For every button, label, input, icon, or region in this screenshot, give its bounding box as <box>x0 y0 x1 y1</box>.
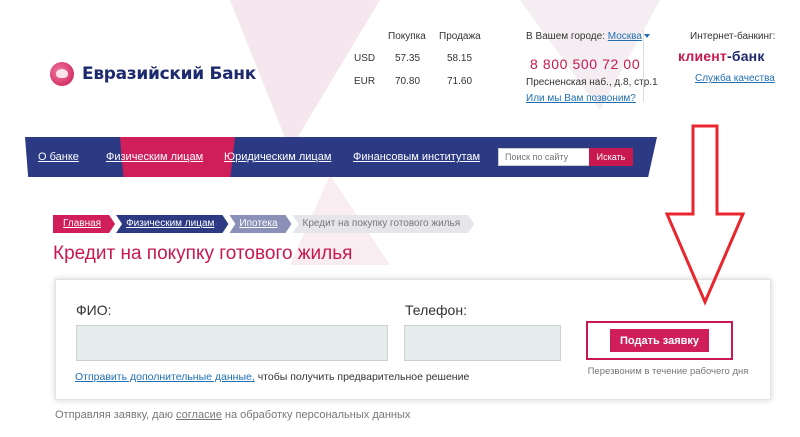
divider <box>643 30 644 102</box>
client-bank-label-suffix: -банк <box>726 48 765 64</box>
annotation-arrow-icon <box>665 124 745 306</box>
phone-number: 8 800 500 72 00 <box>530 56 641 72</box>
quality-service-link[interactable]: Служба качества <box>695 73 775 84</box>
breadcrumb-home[interactable]: Главная <box>53 215 115 233</box>
breadcrumb: Главная Физическим лицам Ипотека Кредит … <box>53 215 475 233</box>
client-bank-label: клиент <box>678 48 727 64</box>
rate-currency: USD <box>354 53 376 64</box>
rate-currency: EUR <box>354 76 376 87</box>
site-search: Искать <box>498 148 633 166</box>
breadcrumb-mortgage[interactable]: Ипотека <box>229 215 291 233</box>
extra-data-line: Отправить дополнительные данные, чтобы п… <box>75 371 469 383</box>
rate-buy: 70.80 <box>395 76 421 87</box>
submit-button-frame: Подать заявку <box>586 321 733 360</box>
internet-banking-title: Интернет-банкинг: <box>690 31 776 42</box>
sell-header: Продажа <box>439 31 481 42</box>
annotation-arrow-shape <box>665 124 745 306</box>
search-button[interactable]: Искать <box>589 148 633 166</box>
chevron-down-icon[interactable] <box>643 34 650 39</box>
bank-name: Евразийский Банк <box>82 64 256 84</box>
breadcrumb-individuals[interactable]: Физическим лицам <box>116 215 228 233</box>
callback-note: Перезвоним в течение рабочего дня <box>587 366 749 377</box>
consent-notice: Отправляя заявку, даю согласие на обрабо… <box>55 409 410 421</box>
city-selector: В Вашем городе: Москва <box>526 31 650 42</box>
address: Пресненская наб., д.8, стр.1 <box>526 77 658 88</box>
breadcrumb-current: Кредит на покупку готового жилья <box>293 215 475 233</box>
nav-item-corporate[interactable]: Юридическим лицам <box>224 137 331 177</box>
rate-buy: 57.35 <box>395 53 421 64</box>
callback-link[interactable]: Или мы Вам позвоним? <box>526 93 636 104</box>
nav-item-individuals[interactable]: Физическим лицам <box>106 137 203 177</box>
rate-sell: 71.60 <box>447 76 473 87</box>
submit-application-button[interactable]: Подать заявку <box>610 329 709 352</box>
nav-item-financial-institutions[interactable]: Финансовым институтам <box>353 137 480 177</box>
nav-item-about[interactable]: О банке <box>38 137 79 177</box>
page-title: Кредит на покупку готового жилья <box>53 243 353 264</box>
consent-suffix: на обработку персональных данных <box>221 409 411 421</box>
extra-data-text: чтобы получить предварительное решение <box>254 371 470 383</box>
city-label: В Вашем городе: <box>526 31 605 42</box>
client-bank-link[interactable]: клиент-банк <box>678 48 765 64</box>
buy-header: Покупка <box>388 31 426 42</box>
phone-field[interactable] <box>404 325 561 361</box>
bank-logo[interactable]: Евразийский Банк <box>50 62 256 86</box>
city-link[interactable]: Москва <box>608 31 642 42</box>
rate-sell: 58.15 <box>447 53 473 64</box>
search-input[interactable] <box>499 149 589 165</box>
extra-data-link[interactable]: Отправить дополнительные данные, <box>75 371 255 383</box>
name-field[interactable] <box>76 325 388 361</box>
phone-label: Телефон: <box>405 302 467 318</box>
consent-link[interactable]: согласие <box>176 409 222 421</box>
consent-prefix: Отправляя заявку, даю <box>55 409 177 421</box>
name-label: ФИО: <box>76 302 112 318</box>
bank-logo-icon <box>50 62 74 86</box>
